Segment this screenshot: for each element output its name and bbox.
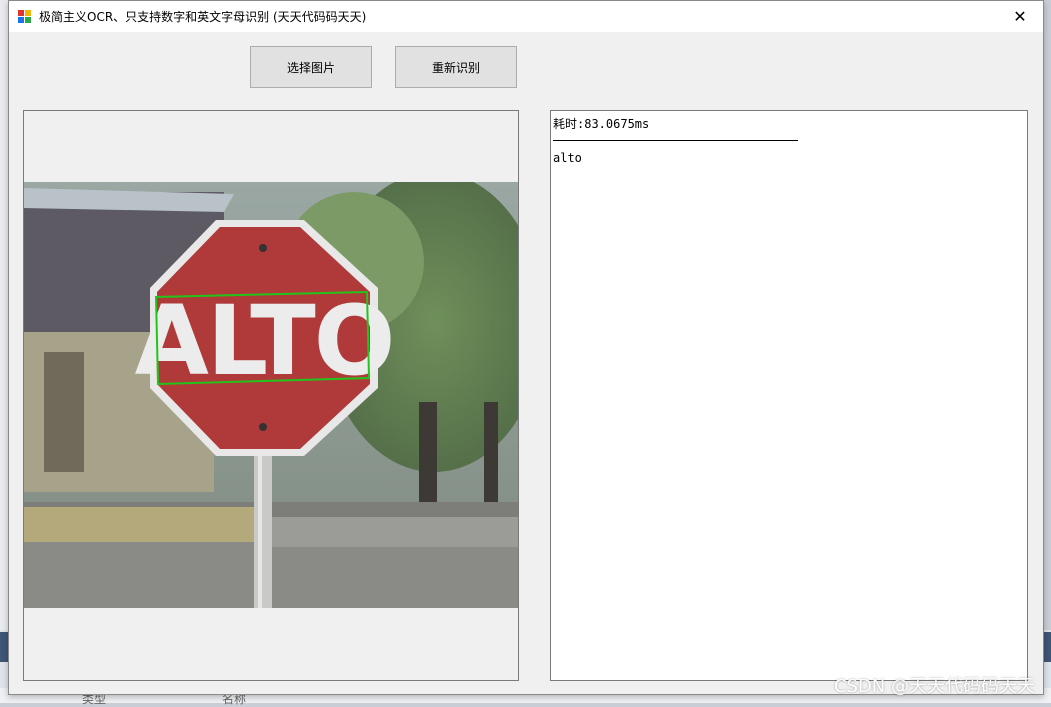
window-title: 极简主义OCR、只支持数字和英文字母识别 (天天代码码天天) (39, 10, 367, 24)
desktop-background-strip (0, 0, 8, 703)
app-icon (18, 9, 32, 24)
close-icon: ✕ (1013, 7, 1027, 26)
title-bar[interactable]: 极简主义OCR、只支持数字和英文字母识别 (天天代码码天天) ✕ (9, 1, 1043, 32)
stop-sign-photo: ALTO (24, 182, 518, 608)
close-button[interactable]: ✕ (997, 1, 1043, 32)
recognized-text: alto (553, 151, 582, 165)
app-window: 极简主义OCR、只支持数字和英文字母识别 (天天代码码天天) ✕ 选择图片 重新… (8, 0, 1044, 695)
recognize-again-button[interactable]: 重新识别 (395, 46, 517, 88)
result-textbox[interactable]: 耗时:83.0675ms alto (550, 110, 1028, 681)
csdn-watermark: CSDN @天天代码码天天 (833, 676, 1035, 697)
select-image-button[interactable]: 选择图片 (250, 46, 372, 88)
image-preview: ALTO (23, 110, 519, 681)
result-separator (553, 140, 798, 141)
elapsed-time-text: 耗时:83.0675ms (553, 117, 650, 131)
